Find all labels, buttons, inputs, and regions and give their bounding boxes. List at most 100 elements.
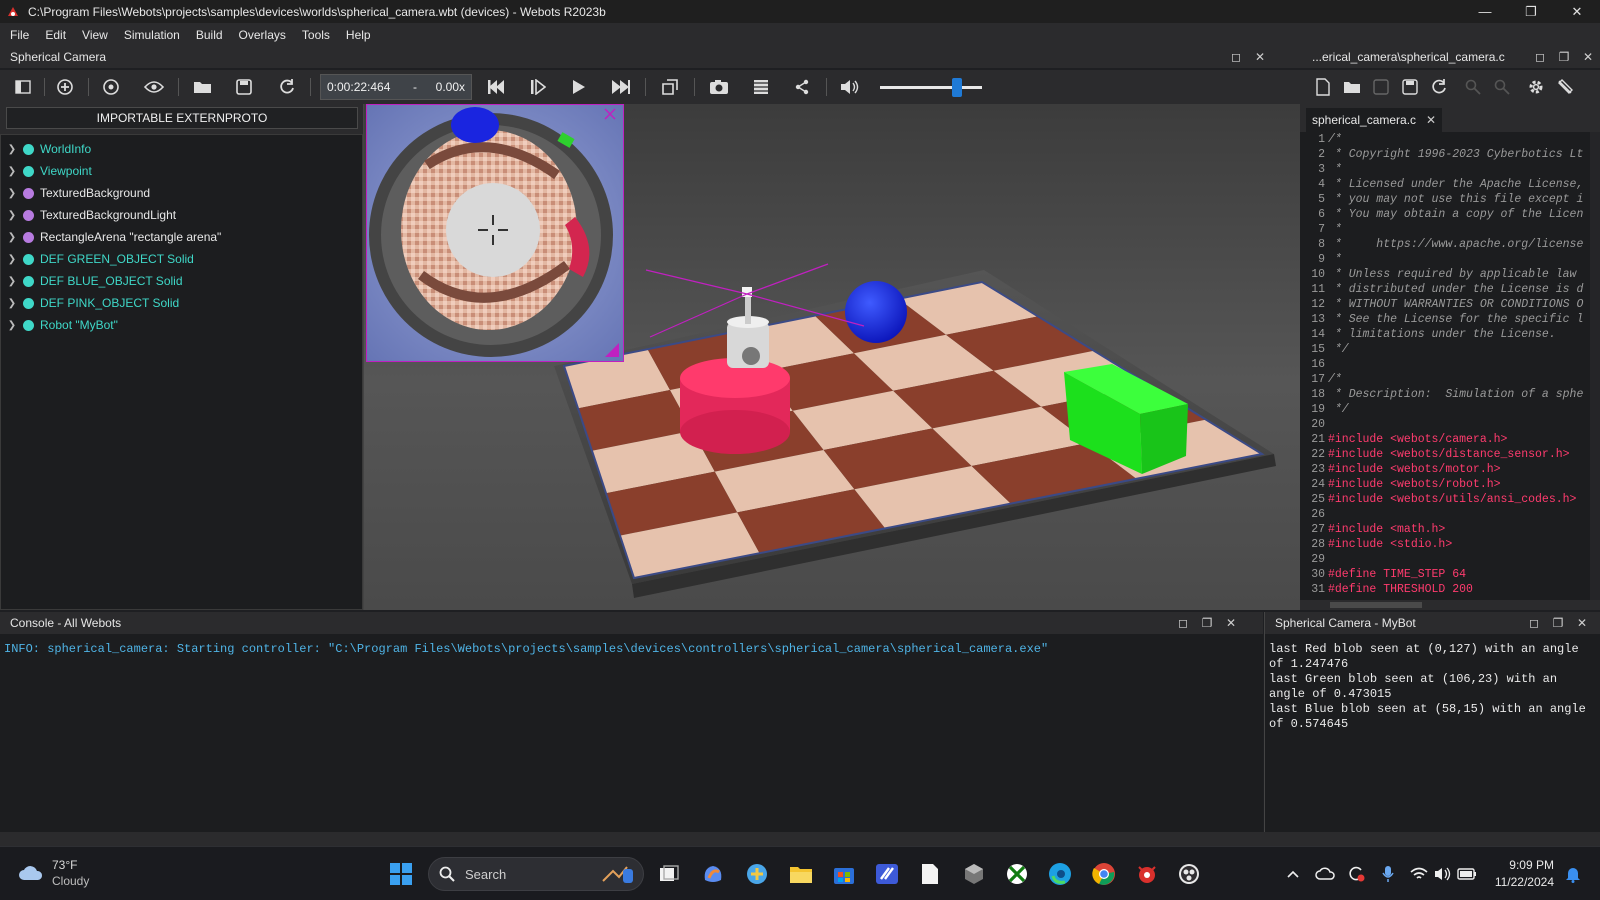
float-dock-button[interactable]: ◻	[1171, 616, 1195, 630]
taskbar-clock[interactable]: 9:09 PM 11/22/2024	[1486, 857, 1554, 891]
close-tab-icon[interactable]: ✕	[1426, 113, 1436, 127]
open-world-icon[interactable]	[192, 76, 214, 98]
volume-slider-track[interactable]	[880, 86, 982, 89]
close-dock-button[interactable]: ✕	[1248, 50, 1272, 64]
save-world-icon[interactable]	[233, 76, 255, 98]
revert-file-icon[interactable]	[1428, 76, 1450, 98]
menu-tools[interactable]: Tools	[294, 28, 338, 42]
tree-node-pink-object[interactable]: ❯ DEF PINK_OBJECT Solid	[1, 292, 179, 314]
onedrive-cloud-icon[interactable]	[1310, 859, 1340, 889]
show-hidden-icons-chevron-icon[interactable]	[1278, 859, 1308, 889]
restore-dock-button[interactable]: ❐	[1195, 616, 1219, 630]
float-dock-button[interactable]: ◻	[1522, 616, 1546, 630]
windows-start-icon[interactable]	[386, 859, 416, 889]
close-dock-button[interactable]: ✕	[1219, 616, 1243, 630]
edge-browser-icon[interactable]	[1045, 859, 1075, 889]
editor-horizontal-scrollbar[interactable]	[1300, 600, 1600, 610]
step-icon[interactable]	[527, 76, 549, 98]
expand-arrow-icon[interactable]: ❯	[1, 298, 23, 309]
toggle-scene-tree-icon[interactable]	[12, 76, 34, 98]
share-icon[interactable]	[791, 76, 813, 98]
save-all-icon[interactable]	[1399, 76, 1421, 98]
reload-world-icon[interactable]	[276, 76, 298, 98]
microphone-icon[interactable]	[1373, 859, 1403, 889]
webots-taskbar-icon[interactable]	[1132, 859, 1162, 889]
expand-arrow-icon[interactable]: ❯	[1, 210, 23, 221]
microsoft-store-icon[interactable]	[829, 859, 859, 889]
chrome-browser-icon[interactable]	[1089, 859, 1119, 889]
minimize-button[interactable]: —	[1462, 0, 1508, 23]
tree-node-viewpoint[interactable]: ❯ Viewpoint	[1, 160, 92, 182]
render-toggle-icon[interactable]	[659, 76, 681, 98]
expand-arrow-icon[interactable]: ❯	[1, 232, 23, 243]
volume-icon[interactable]	[839, 76, 861, 98]
menu-file[interactable]: File	[2, 28, 37, 42]
fast-forward-icon[interactable]	[610, 76, 632, 98]
code-editor[interactable]: 1/* 2 * Copyright 1996-2023 Cyberbotics L…	[1300, 132, 1600, 602]
expand-arrow-icon[interactable]: ❯	[1, 276, 23, 287]
widgets-app-icon[interactable]	[742, 859, 772, 889]
clean-broom-icon[interactable]	[1554, 76, 1576, 98]
camera-overlay[interactable]	[366, 104, 624, 362]
expand-arrow-icon[interactable]: ❯	[1, 166, 23, 177]
code-line: 16	[1300, 357, 1600, 372]
new-file-icon[interactable]	[1312, 76, 1334, 98]
tab-label: spherical_camera.c	[1312, 113, 1417, 127]
build-gear-icon[interactable]	[1525, 76, 1547, 98]
taskbar-search-box[interactable]: Search	[428, 857, 644, 891]
float-dock-button[interactable]: ◻	[1528, 50, 1552, 64]
restore-dock-button[interactable]: ❐	[1546, 616, 1570, 630]
menu-help[interactable]: Help	[338, 28, 379, 42]
tree-node-green-object[interactable]: ❯ DEF GREEN_OBJECT Solid	[1, 248, 194, 270]
close-dock-button[interactable]: ✕	[1576, 50, 1600, 64]
editor-vertical-scrollbar[interactable]	[1590, 132, 1600, 602]
close-dock-button[interactable]: ✕	[1570, 616, 1594, 630]
maximize-button[interactable]: ❐	[1508, 0, 1554, 23]
add-node-icon[interactable]	[54, 76, 76, 98]
find-icon[interactable]	[1462, 76, 1484, 98]
view-options-eye-icon[interactable]	[143, 76, 165, 98]
reset-viewpoint-icon[interactable]	[100, 76, 122, 98]
play-icon[interactable]	[568, 76, 590, 98]
menu-edit[interactable]: Edit	[37, 28, 74, 42]
open-file-icon[interactable]	[1341, 76, 1363, 98]
tree-node-blue-object[interactable]: ❯ DEF BLUE_OBJECT Solid	[1, 270, 183, 292]
sync-status-icon[interactable]	[1341, 859, 1371, 889]
restore-dock-button[interactable]: ❐	[1552, 50, 1576, 64]
tab-spherical-camera-c[interactable]: spherical_camera.c ✕	[1306, 108, 1442, 132]
close-window-button[interactable]: ✕	[1554, 0, 1600, 23]
3d-scene-view[interactable]	[364, 104, 1300, 610]
reset-simulation-icon[interactable]	[485, 76, 507, 98]
record-movie-icon[interactable]	[750, 76, 772, 98]
blank-document-icon[interactable]	[915, 859, 945, 889]
file-explorer-icon[interactable]	[786, 859, 816, 889]
expand-arrow-icon[interactable]: ❯	[1, 144, 23, 155]
battery-icon[interactable]	[1452, 859, 1482, 889]
unity-cube-icon[interactable]	[959, 859, 989, 889]
xbox-icon[interactable]	[1002, 859, 1032, 889]
tree-node-textured-background-light[interactable]: ❯ TexturedBackgroundLight	[1, 204, 176, 226]
expand-arrow-icon[interactable]: ❯	[1, 254, 23, 265]
weather-widget[interactable]: 73°F Cloudy	[18, 857, 89, 889]
menu-build[interactable]: Build	[188, 28, 231, 42]
screenshot-camera-icon[interactable]	[708, 76, 730, 98]
expand-arrow-icon[interactable]: ❯	[1, 320, 23, 331]
task-view-icon[interactable]	[654, 859, 684, 889]
expand-arrow-icon[interactable]: ❯	[1, 188, 23, 199]
save-file-icon[interactable]	[1370, 76, 1392, 98]
float-dock-button[interactable]: ◻	[1224, 50, 1248, 64]
visual-studio-icon[interactable]	[872, 859, 902, 889]
notification-bell-icon[interactable]	[1558, 859, 1588, 889]
volume-slider-handle[interactable]	[951, 78, 962, 97]
obs-studio-icon[interactable]	[1174, 859, 1204, 889]
menu-view[interactable]: View	[74, 28, 116, 42]
menu-overlays[interactable]: Overlays	[231, 28, 294, 42]
tree-node-rectangle-arena[interactable]: ❯ RectangleArena "rectangle arena"	[1, 226, 222, 248]
replace-icon[interactable]	[1491, 76, 1513, 98]
tree-node-textured-background[interactable]: ❯ TexturedBackground	[1, 182, 150, 204]
tree-node-robot-mybot[interactable]: ❯ Robot "MyBot"	[1, 314, 118, 336]
importable-externproto-button[interactable]: IMPORTABLE EXTERNPROTO	[6, 107, 358, 129]
copilot-icon[interactable]	[698, 859, 728, 889]
tree-node-worldinfo[interactable]: ❯ WorldInfo	[1, 138, 91, 160]
menu-simulation[interactable]: Simulation	[116, 28, 188, 42]
